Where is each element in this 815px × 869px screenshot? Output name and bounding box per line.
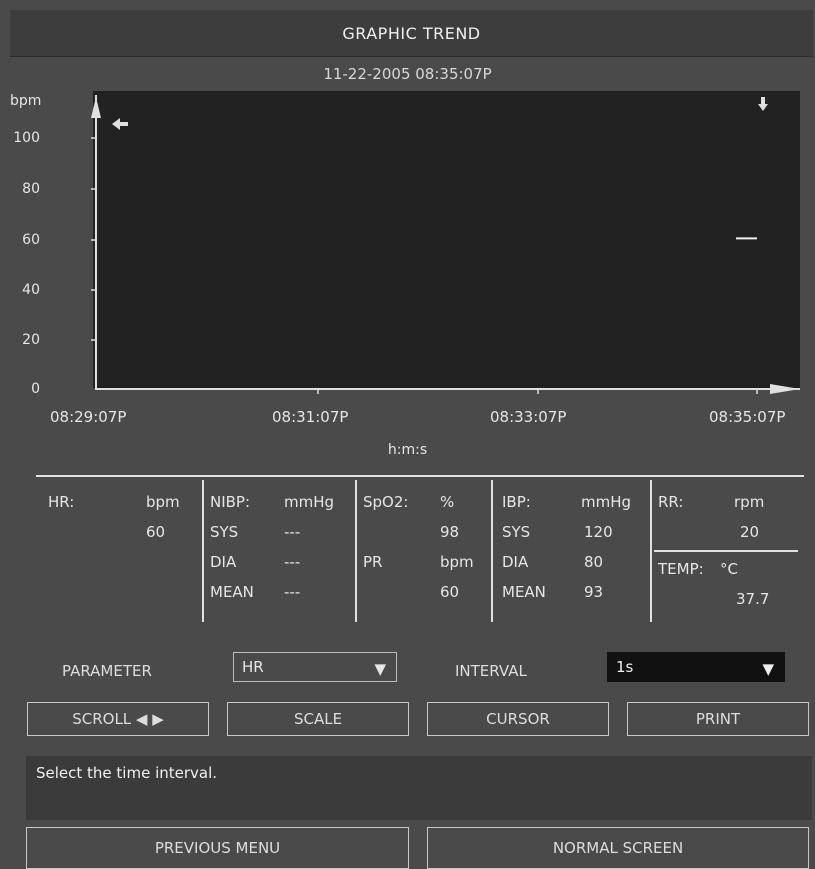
chevron-down-icon: ▼ [762, 660, 774, 678]
parameter-select-value: HR [242, 658, 264, 676]
scroll-left-arrow-icon [112, 118, 120, 130]
nibp-label: NIBP: [210, 493, 251, 511]
cursor-down-arrow-icon [758, 104, 768, 111]
x-tick-label: 08:33:07P [490, 408, 567, 426]
interval-label: INTERVAL [455, 662, 527, 680]
cursor-button[interactable]: CURSOR [427, 702, 609, 736]
parameter-panel: HR: bpm 60 NIBP: mmHg SYS --- DIA --- ME… [36, 480, 806, 625]
hr-value: 60 [146, 523, 166, 541]
ibp-dia-label: DIA [502, 553, 529, 571]
hr-unit: bpm [146, 493, 180, 511]
help-message: Select the time interval. [26, 756, 812, 820]
rr-value: 20 [740, 523, 760, 541]
spo2-label: SpO2: [363, 493, 409, 511]
column-divider [202, 480, 204, 622]
rr-label: RR: [658, 493, 684, 511]
nibp-dia-value: --- [284, 553, 301, 571]
nibp-mean-label: MEAN [210, 583, 254, 601]
nibp-sys-label: SYS [210, 523, 239, 541]
nibp-mean-value: --- [284, 583, 301, 601]
previous-menu-button[interactable]: PREVIOUS MENU [26, 827, 409, 869]
x-tick-label: 08:35:07P [709, 408, 786, 426]
ibp-sys-label: SYS [502, 523, 531, 541]
spo2-unit: % [440, 493, 455, 511]
scale-button[interactable]: SCALE [227, 702, 409, 736]
pr-label: PR [363, 553, 383, 571]
column-divider [355, 480, 357, 622]
temp-unit: °C [720, 560, 738, 578]
ibp-unit: mmHg [581, 493, 632, 511]
hr-label: HR: [48, 493, 75, 511]
trend-chart-axes [91, 95, 800, 394]
parameter-label: PARAMETER [62, 662, 152, 680]
ibp-mean-label: MEAN [502, 583, 546, 601]
interval-select[interactable]: 1s ▼ [607, 652, 785, 682]
scroll-button[interactable]: SCROLL ◀ ▶ [27, 702, 209, 736]
nibp-unit: mmHg [284, 493, 335, 511]
row-divider [654, 550, 798, 552]
x-axis-unit: h:m:s [387, 442, 428, 458]
pr-unit: bpm [440, 553, 474, 571]
chevron-down-icon: ▼ [374, 660, 386, 678]
x-axis-arrow-icon [770, 384, 800, 394]
temp-label: TEMP: [658, 560, 704, 578]
spo2-value: 98 [440, 523, 460, 541]
nibp-sys-value: --- [284, 523, 301, 541]
rr-unit: rpm [734, 493, 765, 511]
x-tick-label: 08:31:07P [272, 408, 349, 426]
parameter-select[interactable]: HR ▼ [233, 652, 397, 682]
temp-value: 37.7 [736, 590, 770, 608]
pr-value: 60 [440, 583, 460, 601]
column-divider [491, 480, 493, 622]
print-button[interactable]: PRINT [627, 702, 809, 736]
x-tick-label: 08:29:07P [50, 408, 127, 426]
y-axis-arrow-icon [91, 97, 101, 118]
nibp-dia-label: DIA [210, 553, 237, 571]
column-divider [650, 480, 652, 622]
ibp-label: IBP: [502, 493, 531, 511]
divider [36, 475, 804, 477]
interval-select-value: 1s [616, 658, 634, 676]
ibp-mean-value: 93 [584, 583, 604, 601]
ibp-sys-value: 120 [584, 523, 613, 541]
normal-screen-button[interactable]: NORMAL SCREEN [427, 827, 809, 869]
ibp-dia-value: 80 [584, 553, 604, 571]
